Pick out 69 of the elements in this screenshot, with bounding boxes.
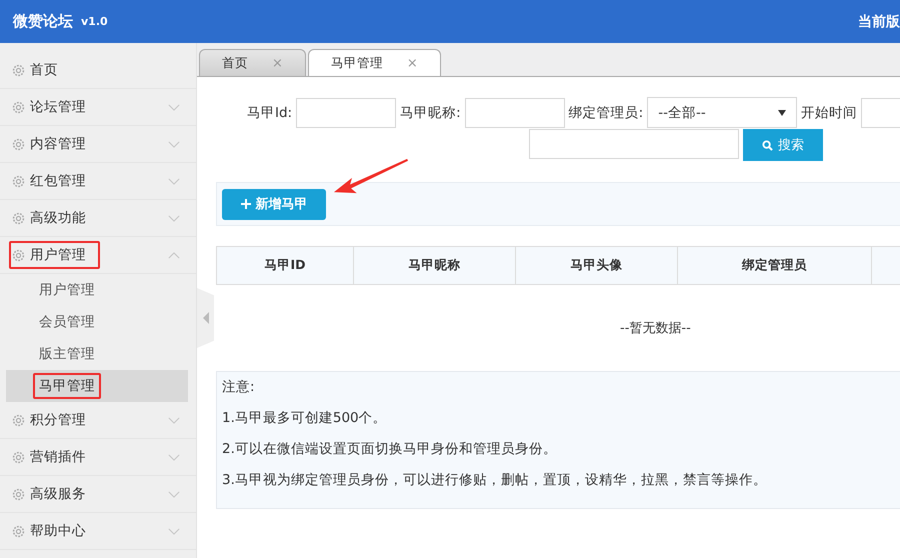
- nav-label: 首页: [30, 61, 58, 79]
- nav-label: 高级服务: [30, 485, 86, 503]
- search-icon: [762, 140, 773, 150]
- nav-item[interactable]: 高级功能: [0, 200, 196, 237]
- gear-icon: [12, 414, 25, 426]
- id-input[interactable]: [296, 98, 396, 128]
- filter-label: 马甲昵称:: [400, 104, 461, 122]
- nav-subitem[interactable]: 会员管理: [6, 306, 188, 338]
- nav-subitem[interactable]: 马甲管理: [6, 370, 188, 402]
- nav-label: 论坛管理: [30, 98, 86, 116]
- chevron-down-icon: [168, 214, 180, 222]
- gear-icon: [12, 248, 25, 262]
- gear-icon: [12, 174, 25, 188]
- chevron-up-icon: [168, 252, 180, 258]
- nav-item[interactable]: 帮助中心: [0, 513, 196, 550]
- nav-item[interactable]: 内容管理: [0, 126, 196, 163]
- filter-label: 马甲Id:: [247, 104, 292, 122]
- nav-label: 高级功能: [30, 209, 86, 227]
- end-time-input[interactable]: [529, 129, 739, 159]
- version-info: 当前版: [858, 12, 900, 30]
- column-header: 绑定管理员: [678, 247, 872, 284]
- version-label: v1.0: [81, 15, 108, 28]
- tab[interactable]: 马甲管理 ×: [308, 49, 441, 76]
- nav-label: 红包管理: [30, 172, 86, 190]
- chevron-down-icon: [168, 140, 180, 148]
- chevron-down-icon: [168, 490, 180, 498]
- nav-label: 积分管理: [30, 411, 86, 429]
- chevron-down-icon: [168, 178, 180, 184]
- column-header: 马甲昵称: [354, 247, 516, 284]
- note-line: 3.马甲视为绑定管理员身份，可以进行修贴，删帖，置顶，设精华，拉黑，禁言等操作。: [222, 471, 768, 489]
- nav-label: 用户管理: [30, 246, 86, 264]
- nav-item[interactable]: 红包管理: [0, 163, 196, 200]
- chevron-down-icon: [168, 528, 180, 534]
- filter-label: 绑定管理员:: [568, 104, 644, 122]
- gear-icon: [12, 64, 25, 76]
- caret-left-icon: [202, 312, 208, 324]
- chevron-down-icon: [168, 454, 180, 460]
- nav-label: 帮助中心: [30, 522, 86, 540]
- gear-icon: [12, 524, 25, 538]
- notes-title: 注意:: [222, 378, 256, 396]
- nav-item[interactable]: 营销插件: [0, 439, 196, 476]
- chevron-down-icon: [168, 104, 180, 110]
- gear-icon: [12, 138, 25, 150]
- nav-item[interactable]: 首页: [0, 52, 196, 89]
- gear-icon: [12, 450, 25, 464]
- nav-item[interactable]: 积分管理: [0, 402, 196, 439]
- column-header: 马甲ID: [217, 247, 354, 284]
- nav-subitem[interactable]: 用户管理: [6, 274, 188, 306]
- nav-subitem[interactable]: 版主管理: [6, 338, 188, 370]
- empty-message: --暂无数据--: [620, 320, 691, 337]
- nickname-input[interactable]: [464, 98, 565, 128]
- nav-item[interactable]: 论坛管理: [0, 89, 196, 126]
- filter-label: 开始时间: [801, 104, 858, 122]
- gear-icon: [12, 212, 25, 224]
- note-line: 1.马甲最多可创建500个。: [222, 409, 388, 427]
- nav-item[interactable]: 用户管理: [0, 237, 196, 274]
- gear-icon: [12, 100, 25, 114]
- plus-icon: [240, 199, 250, 209]
- gear-icon: [12, 488, 25, 500]
- chevron-down-icon: [168, 416, 180, 424]
- tab[interactable]: 首页 ×: [199, 49, 306, 76]
- nav-label: 内容管理: [30, 135, 86, 153]
- nav-label: 营销插件: [30, 448, 86, 466]
- note-line: 2.可以在微信端设置页面切换马甲身份和管理员身份。: [222, 440, 558, 458]
- app-title: 微赞论坛: [13, 12, 73, 31]
- column-header: 马甲头像: [516, 247, 678, 284]
- dropdown-caret-icon: [778, 110, 786, 116]
- nav-item[interactable]: 高级服务: [0, 476, 196, 513]
- admin-select[interactable]: --全部--: [647, 97, 798, 128]
